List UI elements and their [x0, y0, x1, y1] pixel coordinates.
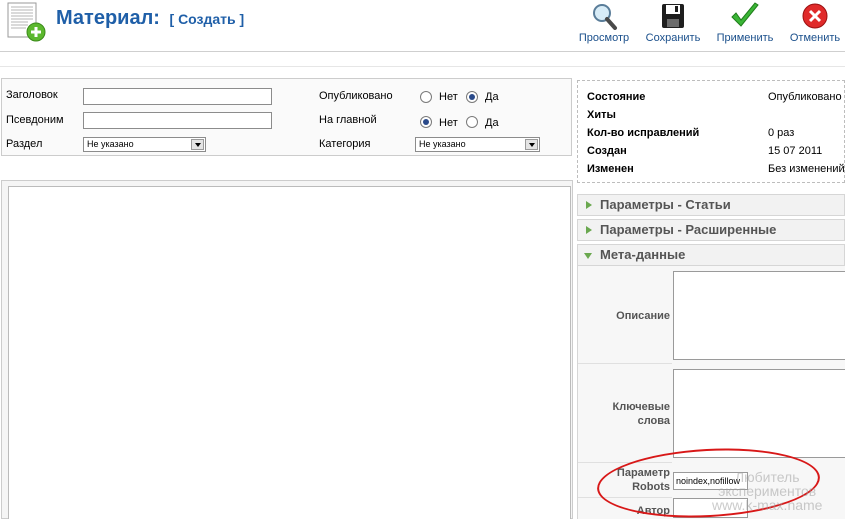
published-yes-radio[interactable] — [466, 91, 478, 103]
article-add-icon — [6, 2, 46, 42]
checkmark-icon — [729, 2, 761, 30]
divider — [578, 363, 672, 364]
section-label: Раздел — [6, 138, 43, 150]
published-label: Опубликовано — [319, 90, 393, 102]
save-label: Сохранить — [645, 32, 701, 44]
frontpage-yes-radio[interactable] — [466, 116, 478, 128]
cancel-label: Отменить — [789, 32, 841, 44]
created-value: 15 07 2011 — [768, 145, 823, 157]
frontpage-label: На главной — [319, 114, 377, 126]
watermark-line1: Любитель — [734, 469, 800, 485]
frontpage-yes-label: Да — [485, 117, 499, 129]
description-label: Описание — [616, 310, 670, 322]
watermark-line3: www.k-max.name — [712, 497, 823, 513]
chevron-down-icon — [525, 139, 538, 150]
accordion-advanced-params-label: Параметры - Расширенные — [600, 222, 777, 237]
description-textarea[interactable] — [673, 271, 845, 360]
accordion-metadata-label: Мета-данные — [600, 247, 686, 262]
status-label: Состояние — [587, 91, 646, 103]
title-label: Заголовок — [6, 89, 58, 101]
watermark-line2: экспериментов — [718, 483, 817, 499]
category-select[interactable]: Не указано — [415, 137, 540, 152]
section-select[interactable]: Не указано — [83, 137, 206, 152]
modified-value: Без изменений — [768, 163, 845, 175]
published-no-label: Нет — [439, 91, 458, 103]
title-input[interactable] — [83, 88, 272, 105]
revisions-value: 0 раз — [768, 127, 795, 139]
triangle-right-icon — [586, 201, 592, 209]
alias-input[interactable] — [83, 112, 272, 129]
alias-label: Псевдоним — [6, 114, 64, 126]
published-no-radio[interactable] — [420, 91, 432, 103]
status-value: Опубликовано — [768, 91, 842, 103]
watermark: Любитель экспериментов www.k-max.name — [712, 470, 822, 512]
keywords-label-line2: слова — [637, 415, 670, 427]
article-text-editor[interactable] — [8, 186, 571, 519]
preview-button[interactable]: Просмотр — [575, 0, 633, 44]
frontpage-no-radio[interactable] — [420, 116, 432, 128]
hits-label: Хиты — [587, 109, 616, 121]
article-status-panel: Состояние Опубликовано Хиты Кол-во испра… — [577, 80, 845, 183]
keywords-textarea[interactable] — [673, 369, 845, 458]
accordion-advanced-params[interactable]: Параметры - Расширенные — [577, 219, 845, 241]
floppy-disk-icon — [657, 2, 689, 30]
created-label: Создан — [587, 145, 627, 157]
published-yes-label: Да — [485, 91, 499, 103]
editor-container — [1, 180, 573, 519]
section-select-value: Не указано — [87, 139, 134, 149]
header-bar: Материал: [ Создать ] Просмотр Сохранить… — [0, 0, 845, 52]
save-button[interactable]: Сохранить — [642, 0, 704, 44]
chevron-down-icon — [191, 139, 204, 150]
article-details-panel: Заголовок Псевдоним Раздел Не указано Оп… — [1, 78, 572, 156]
divider — [0, 66, 845, 67]
page-title-text: Материал: — [56, 7, 160, 29]
keywords-label-line1: Ключевые — [612, 401, 670, 413]
preview-label: Просмотр — [578, 32, 630, 44]
accordion-article-params[interactable]: Параметры - Статьи — [577, 194, 845, 216]
accordion-metadata[interactable]: Мета-данные — [577, 244, 845, 266]
page-subtitle: [ Создать ] — [169, 11, 245, 27]
apply-button[interactable]: Применить — [713, 0, 777, 44]
page-title: Материал: [ Создать ] — [56, 7, 244, 30]
magnifier-icon — [588, 2, 620, 30]
category-select-value: Не указано — [419, 139, 466, 149]
revisions-label: Кол-во исправлений — [587, 127, 700, 139]
apply-label: Применить — [716, 32, 774, 44]
accordion-article-params-label: Параметры - Статьи — [600, 197, 731, 212]
triangle-right-icon — [586, 226, 592, 234]
category-label: Категория — [319, 138, 371, 150]
modified-label: Изменен — [587, 163, 634, 175]
cancel-icon — [799, 2, 831, 30]
triangle-down-icon — [584, 253, 592, 259]
frontpage-no-label: Нет — [439, 117, 458, 129]
cancel-button[interactable]: Отменить — [787, 0, 843, 44]
